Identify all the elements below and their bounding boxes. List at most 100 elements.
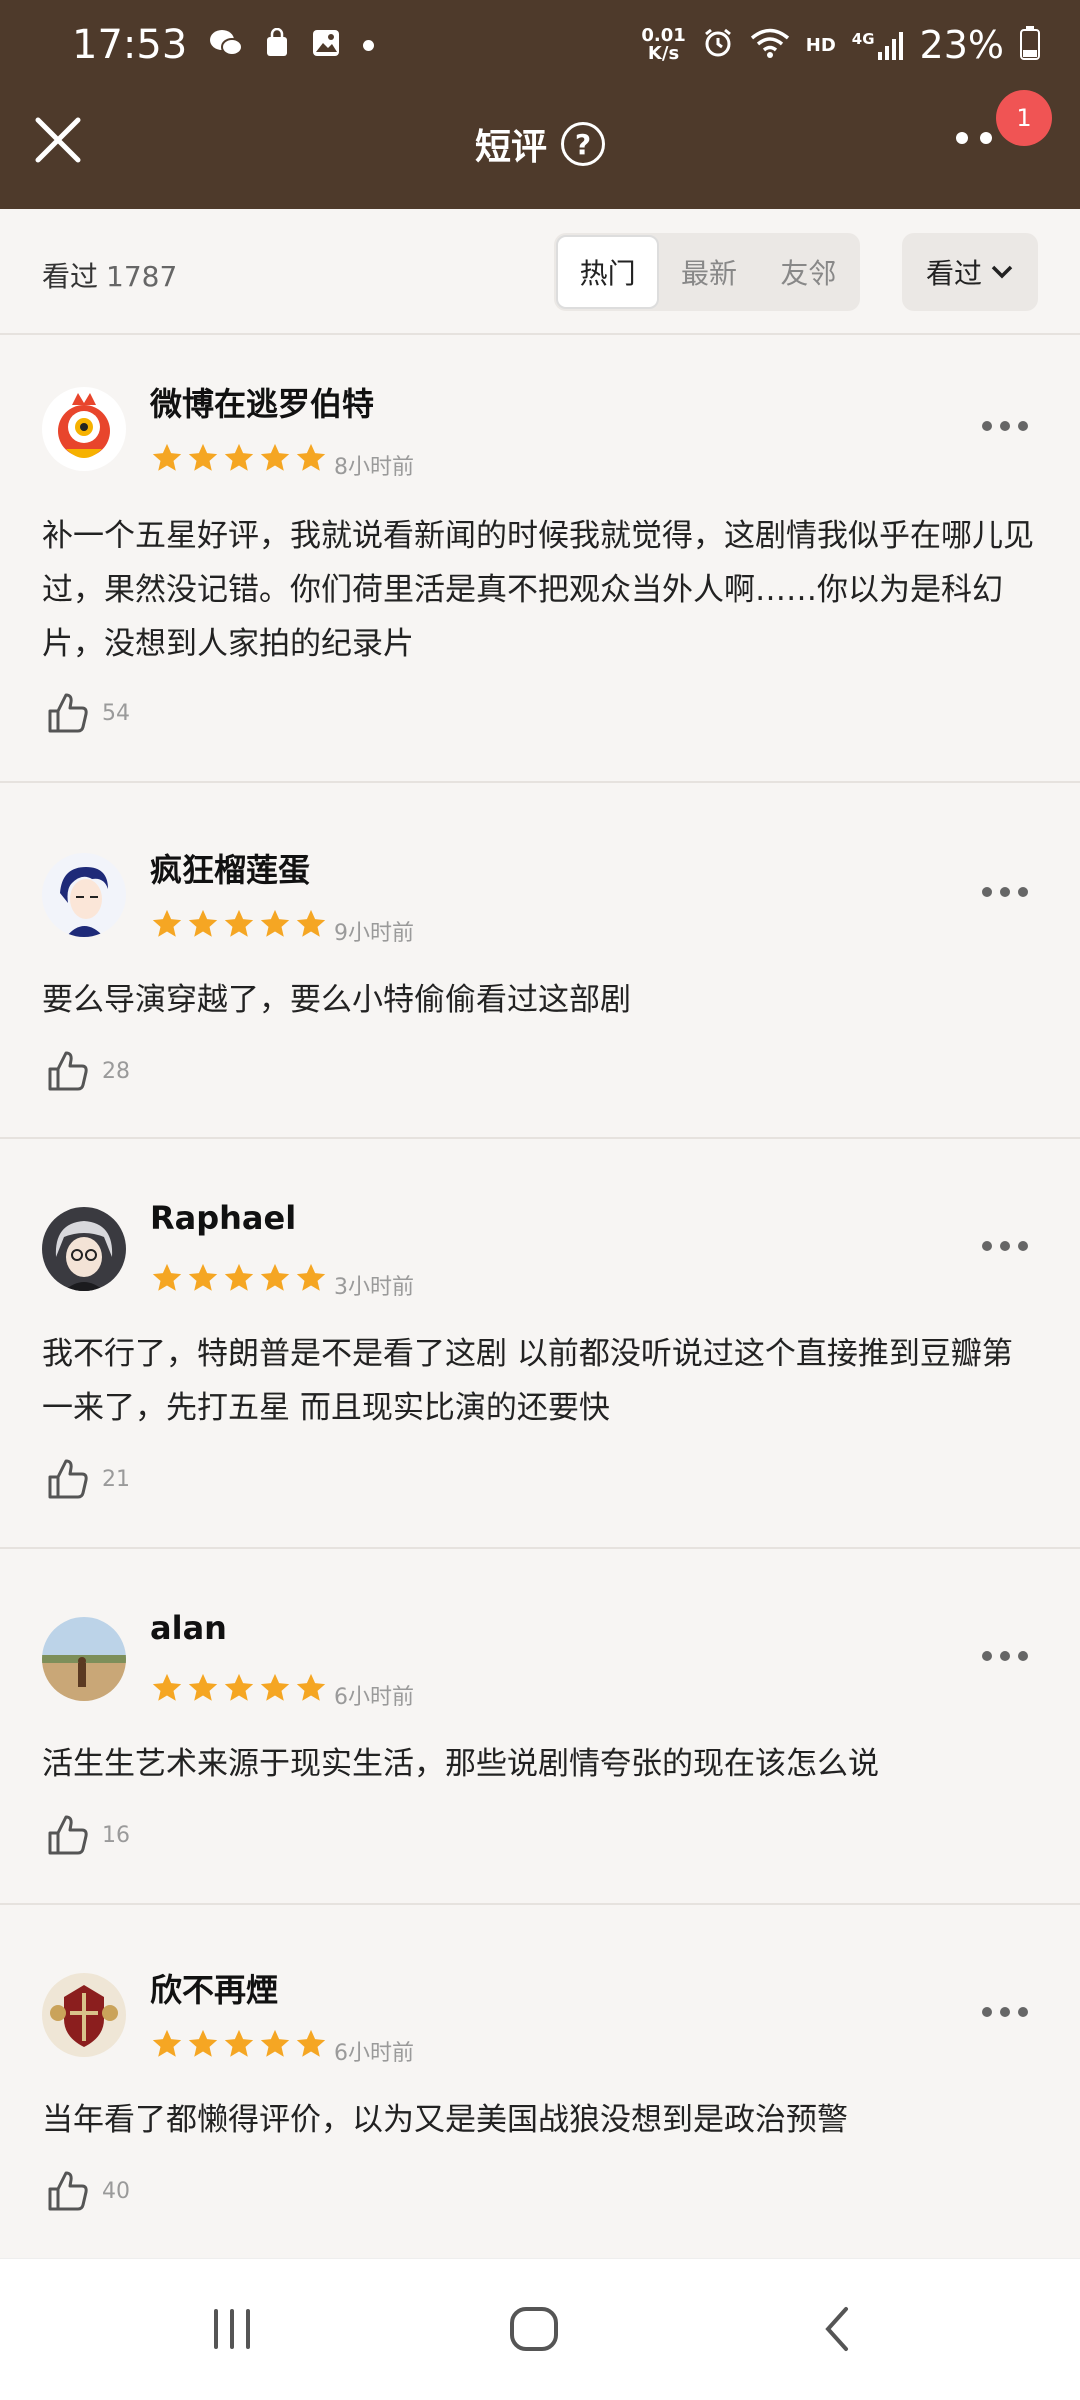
status-time: 17:53 <box>72 22 188 68</box>
star-icon <box>152 1673 182 1701</box>
like-button[interactable]: 28 <box>44 1047 130 1095</box>
like-count: 16 <box>102 1822 130 1848</box>
star-icon <box>152 2029 182 2057</box>
avatar[interactable] <box>42 387 126 471</box>
review-more-button[interactable] <box>982 421 1028 431</box>
more-dot-icon <box>1000 421 1010 431</box>
review-more-button[interactable] <box>982 1651 1028 1661</box>
more-dot-icon <box>1018 421 1028 431</box>
star-icon <box>188 2029 218 2057</box>
system-nav-bar <box>0 2258 1080 2400</box>
review-more-button[interactable] <box>982 887 1028 897</box>
tab-hot[interactable]: 热门 <box>556 235 660 309</box>
more-dot-icon <box>956 132 968 144</box>
review-more-button[interactable] <box>982 2007 1028 2017</box>
notification-dot-icon <box>363 39 375 51</box>
tab-latest[interactable]: 最新 <box>659 235 758 309</box>
more-dot-icon <box>1018 2007 1028 2017</box>
review-content: 我不行了，特朗普是不是看了这剧 以前都没听说过这个直接推到豆瓣第一来了，先打五星… <box>42 1336 1013 1426</box>
home-button[interactable] <box>508 2305 560 2357</box>
star-icon <box>260 2029 290 2057</box>
back-icon <box>825 2307 848 2351</box>
avatar[interactable] <box>42 853 126 937</box>
help-icon[interactable]: ? <box>561 122 605 166</box>
star-icon <box>224 1673 254 1701</box>
battery-percent: 23% <box>919 23 1004 67</box>
status-bar: 17:53 0.01 K/s HD 4G 23% <box>0 0 1080 90</box>
alarm-icon <box>702 27 734 63</box>
notification-badge[interactable]: 1 <box>996 90 1052 146</box>
review-card: 微博在逃罗伯特 8小时前 补一个五星好评，我就说看新闻的时候我就觉得，这剧情我似… <box>0 337 1080 783</box>
like-button[interactable]: 16 <box>44 1811 130 1859</box>
review-time: 8小时前 <box>334 455 414 480</box>
avatar[interactable] <box>42 1973 126 2057</box>
star-icon <box>188 1673 218 1701</box>
like-count: 54 <box>102 700 130 726</box>
back-button[interactable] <box>820 2305 856 2357</box>
rating-stars <box>150 1261 328 1295</box>
more-dot-icon <box>982 2007 992 2017</box>
review-time: 6小时前 <box>334 1685 414 1710</box>
rating-stars <box>150 441 328 475</box>
review-time: 6小时前 <box>334 2041 414 2066</box>
star-icon <box>152 1263 182 1291</box>
username[interactable]: alan <box>150 1609 227 1647</box>
thumbs-up-icon <box>48 1815 88 1855</box>
more-dot-icon <box>1018 887 1028 897</box>
star-icon <box>296 909 326 937</box>
username[interactable]: 微博在逃罗伯特 <box>150 379 374 425</box>
more-dot-icon <box>1018 1651 1028 1661</box>
rating-stars <box>150 1671 328 1705</box>
star-icon <box>188 909 218 937</box>
star-icon <box>296 1673 326 1701</box>
star-icon <box>188 1263 218 1291</box>
star-icon <box>260 443 290 471</box>
thumbs-up-icon <box>48 1459 88 1499</box>
rating-stars <box>150 907 328 941</box>
star-icon <box>224 909 254 937</box>
review-content: 当年看了都懒得评价，以为又是美国战狼没想到是政治预警 <box>42 2102 848 2138</box>
hd-label: HD <box>805 34 836 56</box>
avatar[interactable] <box>42 1617 126 1701</box>
star-icon <box>152 443 182 471</box>
star-icon <box>224 2029 254 2057</box>
more-dot-icon <box>982 421 992 431</box>
chevron-down-icon <box>991 265 1013 279</box>
more-dot-icon <box>1000 1651 1010 1661</box>
home-icon <box>510 2307 558 2351</box>
like-button[interactable]: 40 <box>44 2167 130 2215</box>
wechat-icon <box>209 28 244 62</box>
like-count: 21 <box>102 1466 130 1492</box>
username[interactable]: Raphael <box>150 1199 296 1237</box>
watched-count: 看过 1787 <box>42 260 178 293</box>
thumbs-up-icon <box>48 693 88 733</box>
gallery-icon <box>311 28 341 62</box>
page-title: 短评 <box>474 127 547 168</box>
like-button[interactable]: 54 <box>44 689 130 737</box>
star-icon <box>224 1263 254 1291</box>
star-icon <box>296 1263 326 1291</box>
tab-friends[interactable]: 友邻 <box>759 235 858 309</box>
more-dot-icon <box>1000 887 1010 897</box>
more-menu-button[interactable] <box>956 132 992 144</box>
more-dot-icon <box>980 132 992 144</box>
like-count: 40 <box>102 2178 130 2204</box>
username[interactable]: 欣不再煙 <box>150 1965 278 2011</box>
wifi-icon <box>750 27 790 63</box>
star-icon <box>224 443 254 471</box>
signal-icon: 4G <box>852 30 904 60</box>
username[interactable]: 疯狂榴莲蛋 <box>150 845 310 891</box>
sort-tabs: 热门 最新 友邻 <box>554 233 860 311</box>
shopping-bag-icon <box>265 27 289 62</box>
like-button[interactable]: 21 <box>44 1455 130 1503</box>
nav-bar: 短评 ? 1 <box>0 90 1080 209</box>
star-icon <box>260 1263 290 1291</box>
status-dropdown[interactable]: 看过 <box>902 233 1038 311</box>
avatar[interactable] <box>42 1207 126 1291</box>
more-dot-icon <box>1000 1241 1010 1251</box>
review-more-button[interactable] <box>982 1241 1028 1251</box>
rating-stars <box>150 2027 328 2061</box>
review-time: 3小时前 <box>334 1275 414 1300</box>
recent-apps-button[interactable] <box>208 2305 256 2357</box>
star-icon <box>260 1673 290 1701</box>
